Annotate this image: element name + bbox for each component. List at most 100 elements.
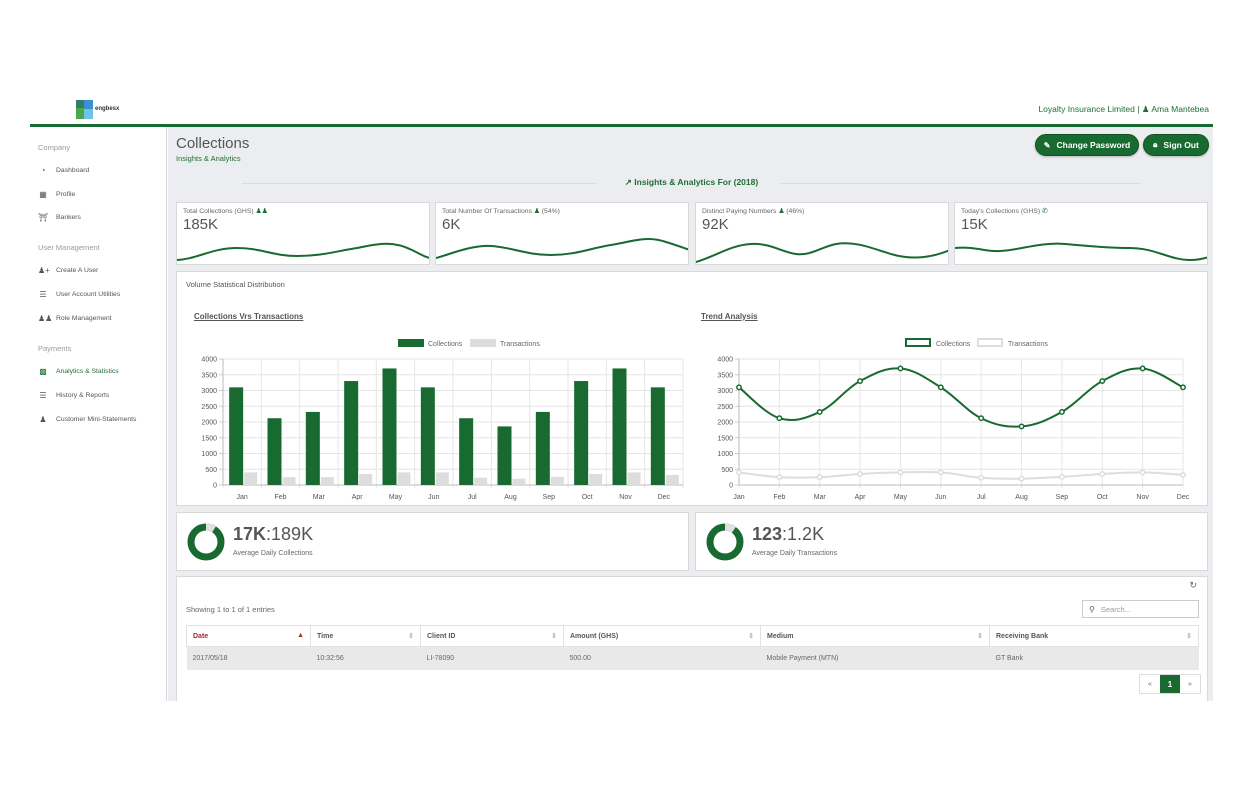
x-tick-label: Oct bbox=[1097, 494, 1108, 501]
y-tick-label: 4000 bbox=[717, 357, 733, 364]
cell-date: 2017/05/18 bbox=[186, 646, 311, 670]
sign-out-button[interactable]: 🔒︎ Sign Out bbox=[1143, 134, 1209, 156]
y-tick-label: 0 bbox=[729, 483, 733, 490]
point-collections bbox=[776, 415, 783, 422]
column-header-amount[interactable]: Amount (GHS) ⇕ bbox=[563, 625, 761, 647]
table-row[interactable]: 2017/05/18 10:32:56 LI-78090 500.00 Mobi… bbox=[186, 646, 1199, 670]
x-tick-label: Mar bbox=[313, 494, 326, 501]
column-header-client-id[interactable]: Client ID ⇕ bbox=[420, 625, 564, 647]
legend-swatch bbox=[470, 339, 496, 347]
sparkline bbox=[177, 242, 429, 261]
y-tick-label: 1500 bbox=[717, 435, 733, 442]
transactions-table: Date ▲ Time ⇕ Client ID ⇕ Amount (GHS) ⇕ Med… bbox=[186, 625, 1199, 670]
y-tick-label: 3000 bbox=[717, 388, 733, 395]
y-tick-label: 2500 bbox=[717, 404, 733, 411]
sort-asc-icon: ▲ bbox=[297, 632, 304, 639]
search-input[interactable] bbox=[1100, 604, 1191, 614]
prev-page-button[interactable]: « bbox=[1140, 675, 1160, 693]
line-transactions bbox=[738, 470, 1184, 480]
bar-transactions bbox=[627, 472, 641, 485]
cell-time: 10:32:56 bbox=[310, 646, 421, 670]
sidebar-item-role-management[interactable]: ♟♟ Role Management bbox=[38, 312, 112, 324]
heading-rule-right bbox=[780, 183, 1141, 184]
sparkline bbox=[436, 238, 688, 259]
sidebar-item-label: Create A User bbox=[56, 266, 99, 274]
legend-swatch bbox=[398, 339, 424, 347]
bar-collections bbox=[420, 387, 435, 485]
column-header-medium[interactable]: Medium ⇕ bbox=[760, 625, 990, 647]
users-icon: ♟♟ bbox=[38, 313, 53, 323]
x-tick-label: Apr bbox=[855, 494, 867, 501]
point-collections bbox=[1139, 365, 1146, 372]
sort-icon: ⇕ bbox=[1186, 633, 1192, 640]
sidebar-item-user-account-utilities[interactable]: ☰ User Account Utilities bbox=[38, 288, 120, 300]
bar-collections bbox=[382, 368, 397, 485]
sparkline bbox=[696, 242, 948, 263]
x-tick-label: May bbox=[894, 494, 908, 501]
avg-transactions-value: 123:1.2K bbox=[752, 524, 825, 544]
x-tick-label: Oct bbox=[582, 494, 593, 501]
sidebar-item-customer-mini-statements[interactable]: ♟ Customer Mini-Statements bbox=[38, 413, 136, 425]
line-chart-title: Trend Analysis bbox=[701, 312, 758, 321]
refresh-icon[interactable]: ↻ bbox=[1189, 580, 1197, 591]
person-icon: ♟ bbox=[778, 208, 785, 215]
sidebar-item-history-reports[interactable]: ☰ History & Reports bbox=[38, 389, 109, 401]
point-collections bbox=[1180, 384, 1186, 391]
volume-distribution-panel: Volume Statistical Distribution Collecti… bbox=[176, 271, 1208, 506]
column-header-receiving-bank[interactable]: Receiving Bank ⇕ bbox=[989, 625, 1199, 647]
cell-client-id: LI-78090 bbox=[420, 646, 564, 670]
bar-collections bbox=[229, 387, 244, 485]
user-name[interactable]: Ama Mantebea bbox=[1151, 104, 1209, 114]
column-header-date[interactable]: Date ▲ bbox=[186, 625, 311, 647]
phone-icon: ✆ bbox=[1042, 208, 1048, 215]
sidebar-item-profile[interactable]: ▦ Profile bbox=[38, 188, 75, 200]
point-collections bbox=[1018, 423, 1025, 430]
sidebar-item-create-user[interactable]: ♟+ Create A User bbox=[38, 264, 98, 276]
cell-amount: 500.00 bbox=[563, 646, 761, 670]
y-tick-label: 500 bbox=[721, 467, 733, 474]
sidebar-item-label: Analytics & Statistics bbox=[56, 367, 119, 375]
sort-icon: ⇕ bbox=[977, 633, 983, 640]
section-heading: ↗ Insights & Analytics For (2018) bbox=[242, 177, 1141, 191]
logo-text: engbesx bbox=[95, 106, 120, 112]
sidebar-item-analytics[interactable]: ▩ Analytics & Statistics bbox=[38, 365, 119, 377]
page-1-button[interactable]: 1 bbox=[1160, 675, 1180, 693]
change-password-button[interactable]: ✎ Change Password bbox=[1035, 134, 1139, 156]
line-collections bbox=[738, 367, 1184, 428]
main-content: Collections Insights & Analytics ✎ Chang… bbox=[168, 127, 1213, 701]
x-tick-label: Nov bbox=[1136, 494, 1149, 501]
search-box[interactable]: ⚲ bbox=[1082, 600, 1199, 618]
company-logo[interactable]: engbesx bbox=[76, 99, 124, 119]
column-header-time[interactable]: Time ⇕ bbox=[310, 625, 421, 647]
user-icon: ♟ bbox=[1141, 104, 1150, 114]
sidebar-item-dashboard[interactable]: ◔ Dashboard bbox=[38, 164, 90, 176]
sign-out-label: Sign Out bbox=[1163, 140, 1199, 150]
point-collections bbox=[736, 384, 742, 391]
y-tick-label: 3000 bbox=[201, 388, 217, 395]
point-collections bbox=[937, 384, 944, 391]
list-icon: ☰ bbox=[39, 390, 47, 400]
point-transactions bbox=[816, 474, 823, 481]
legend-swatch bbox=[977, 338, 1003, 347]
company-name: Loyalty Insurance Limited bbox=[1038, 104, 1135, 114]
point-transactions bbox=[736, 469, 742, 476]
person-icon: ♟ bbox=[533, 208, 540, 215]
legend-label: Collections bbox=[428, 341, 463, 348]
bar-collections bbox=[305, 411, 320, 485]
avg-transactions-label: Average Daily Transactions bbox=[752, 550, 838, 557]
header-separator: | bbox=[1137, 104, 1140, 114]
x-tick-label: Jul bbox=[468, 494, 477, 501]
sidebar-item-label: User Account Utilities bbox=[56, 290, 121, 298]
point-transactions bbox=[1180, 471, 1186, 478]
bar-collections bbox=[650, 387, 665, 485]
bar-collections bbox=[497, 426, 512, 485]
x-tick-label: May bbox=[389, 494, 403, 501]
point-collections bbox=[816, 408, 823, 415]
next-page-button[interactable]: » bbox=[1180, 675, 1200, 693]
page-subtitle: Insights & Analytics bbox=[176, 154, 241, 163]
sidebar-item-bankers[interactable]: ⛩ Bankers bbox=[38, 211, 81, 223]
x-tick-label: Apr bbox=[352, 494, 364, 501]
cell-receiving-bank: GT Bank bbox=[989, 646, 1199, 670]
bar-collections bbox=[535, 411, 550, 485]
point-collections bbox=[857, 378, 864, 384]
